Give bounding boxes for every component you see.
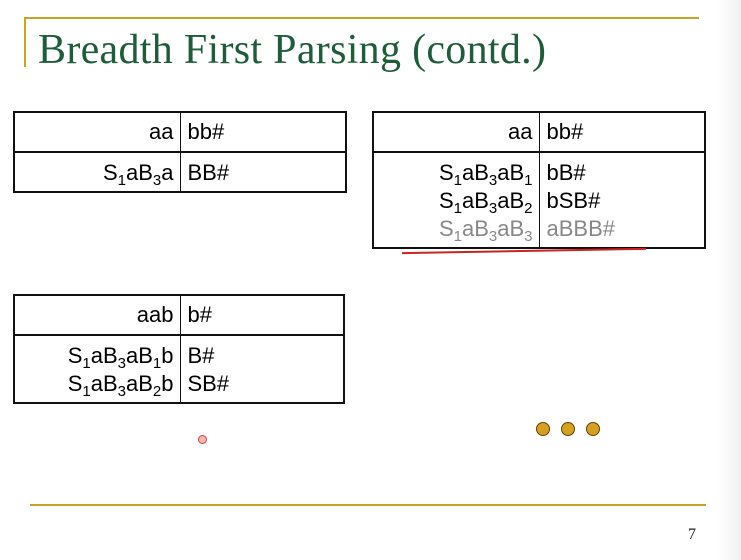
table-row: S1aB3aB1 bB# — [373, 152, 705, 188]
parse-table-top-right: aa bb# S1aB3aB1 bB# S1aB3aB2 bSB# S1aB3a… — [372, 111, 706, 249]
remaining-input-cell: BB# — [187, 160, 230, 185]
bottom-accent-rule — [30, 504, 706, 506]
ellipsis-dot — [561, 422, 575, 436]
sentential-form-cell: S1aB3aB3 — [373, 215, 540, 248]
sentential-form-cell: S1aB3a — [14, 152, 181, 192]
table-row: S1aB3aB1b B# — [14, 335, 344, 371]
page-number: 7 — [688, 526, 696, 543]
table-row: S1aB3a BB# — [14, 152, 346, 192]
parse-table-top-left: aa bb# S1aB3a BB# — [13, 111, 347, 193]
table-row-struck-out: S1aB3aB3 aBBB# — [373, 215, 705, 248]
table-row: S1aB3aB2 bSB# — [373, 187, 705, 216]
laser-pointer-dot — [198, 435, 207, 444]
consumed-input-cell: aa — [14, 112, 181, 153]
slide-title: Breadth First Parsing (contd.) — [38, 27, 547, 73]
remaining-input-cell: aBBB# — [546, 216, 616, 241]
left-accent-rule — [24, 17, 26, 67]
consumed-input-cell: aa — [373, 112, 540, 153]
table-header-row: aa bb# — [373, 112, 705, 153]
sentential-form-cell: S1aB3aB1b — [14, 335, 181, 371]
remaining-input-cell: SB# — [187, 371, 230, 396]
remaining-input-cell: bB# — [546, 160, 586, 185]
remaining-input-cell: bb# — [539, 112, 705, 153]
table-header-row: aab b# — [14, 295, 344, 336]
sentential-form-cell: S1aB3aB2b — [14, 370, 181, 403]
remaining-input-cell: bb# — [180, 112, 346, 153]
ellipsis-dot — [586, 422, 600, 436]
table-row: S1aB3aB2b SB# — [14, 370, 344, 403]
remaining-input-cell: bSB# — [546, 188, 601, 213]
parse-table-bottom-left: aab b# S1aB3aB1b B# S1aB3aB2b SB# — [13, 294, 345, 404]
sentential-form-cell: S1aB3aB2 — [373, 187, 540, 216]
ellipsis-dot — [536, 422, 550, 436]
right-edge-shadow — [717, 0, 741, 560]
top-accent-rule — [24, 17, 699, 19]
remaining-input-cell: b# — [180, 295, 344, 336]
remaining-input-cell: B# — [187, 343, 215, 368]
consumed-input-cell: aab — [14, 295, 181, 336]
sentential-form-cell: S1aB3aB1 — [373, 152, 540, 188]
table-header-row: aa bb# — [14, 112, 346, 153]
